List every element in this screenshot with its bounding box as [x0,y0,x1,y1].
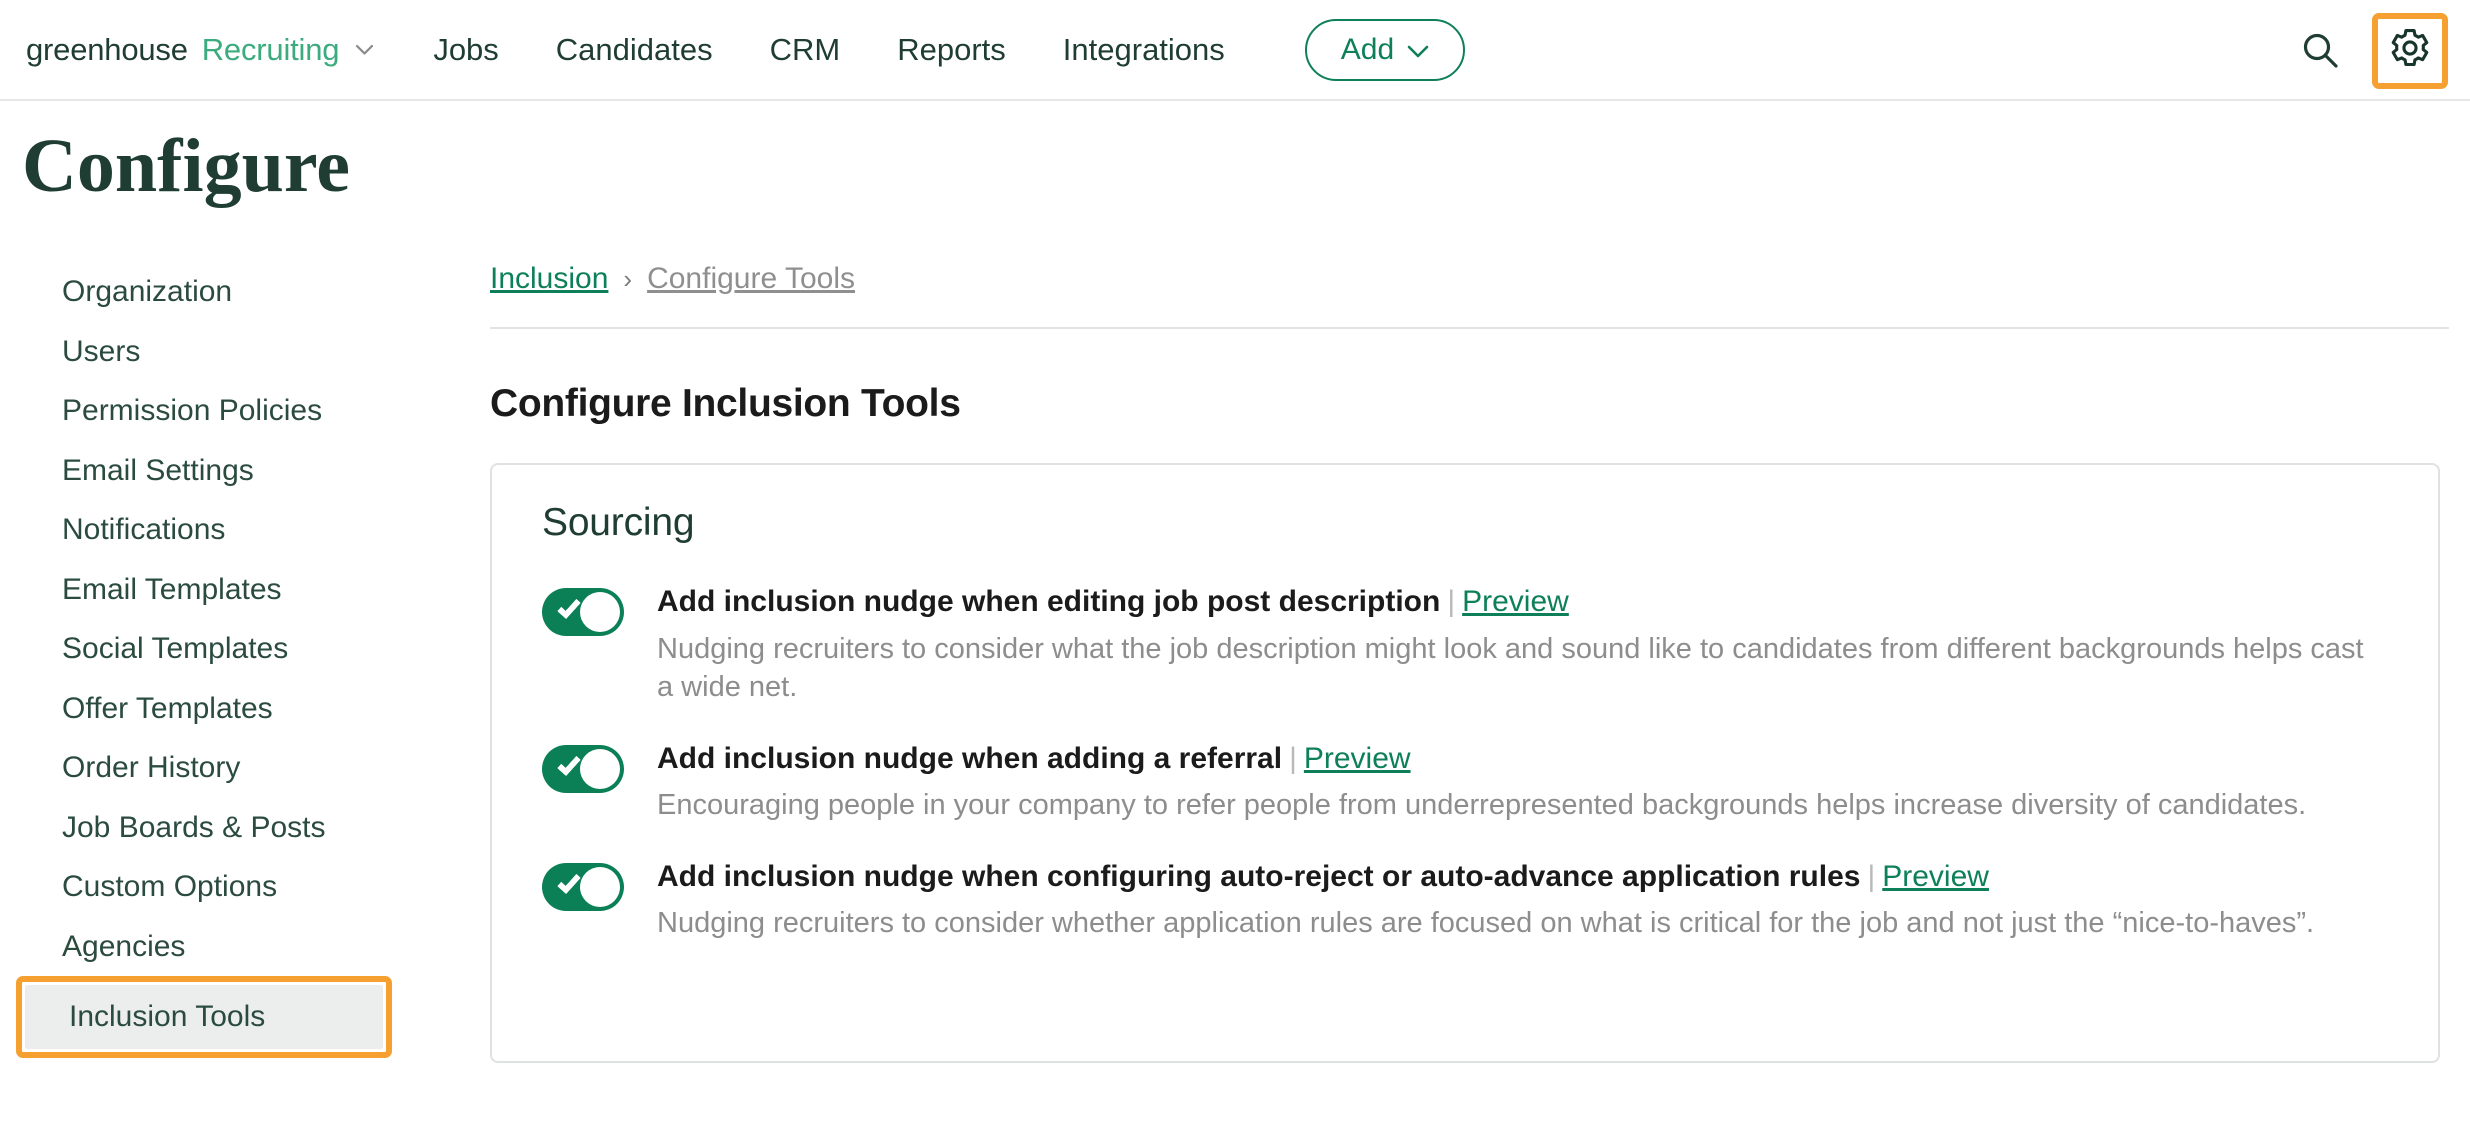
sourcing-card: Sourcing Add inclusion nudge when editin… [490,463,2440,1063]
toggle-knob [580,748,620,789]
preview-link[interactable]: Preview [1304,742,1411,775]
separator-pipe: | [1447,585,1456,618]
toggle-row-title: Add inclusion nudge when adding a referr… [657,741,1283,775]
card-title-sourcing: Sourcing [542,501,695,544]
separator-pipe: | [1867,859,1876,893]
toggle-row-title: Add inclusion nudge when configuring aut… [657,859,1861,893]
settings-button[interactable] [2372,12,2448,89]
sidebar-item-email-settings[interactable]: Email Settings [0,441,490,501]
toggle-row-title-line: Add inclusion nudge when adding a referr… [657,740,2386,778]
brand-secondary-label: Recruiting [201,31,340,67]
sidebar-item-social-templates[interactable]: Social Templates [0,619,490,679]
toggle-row-description: Encouraging people in your company to re… [657,789,2307,822]
toggle-application-rules[interactable] [542,862,624,911]
nav-right-actions [2298,0,2456,101]
sidebar-active-highlight: Inclusion Tools [16,976,392,1058]
sidebar-item-job-boards-and-posts[interactable]: Job Boards & Posts [0,798,490,858]
toggle-row: Add inclusion nudge when editing job pos… [492,583,2438,707]
breadcrumb-divider [490,327,2449,329]
preview-link[interactable]: Preview [1882,860,1989,893]
toggle-row-text: Add inclusion nudge when editing job pos… [657,583,2386,707]
toggle-row-title-line: Add inclusion nudge when editing job pos… [657,583,2386,621]
sidebar-item-agencies[interactable]: Agencies [0,917,490,977]
nav-item-integrations[interactable]: Integrations [1063,32,1225,68]
brand-logo[interactable]: greenhouse Recruiting [26,32,375,68]
breadcrumb-link-inclusion[interactable]: Inclusion [490,262,608,296]
sidebar-item-custom-options[interactable]: Custom Options [0,857,490,917]
toggle-knob [580,866,620,907]
sidebar-item-email-templates[interactable]: Email Templates [0,560,490,620]
main-nav-links: Jobs Candidates CRM Reports Integrations [433,32,1224,68]
add-button-label: Add [1340,32,1395,66]
sidebar-item-organization[interactable]: Organization [0,262,490,322]
inclusion-tool-rows: Add inclusion nudge when editing job pos… [492,545,2438,943]
toggle-job-post-description[interactable] [542,588,624,636]
toggle-row-description: Nudging recruiters to consider whether a… [657,907,2315,940]
gear-icon [2388,26,2432,75]
toggle-row-text: Add inclusion nudge when configuring aut… [657,858,2386,943]
nav-item-jobs[interactable]: Jobs [433,32,498,68]
toggle-row-title: Add inclusion nudge when editing job pos… [657,585,1441,618]
sidebar-item-offer-templates[interactable]: Offer Templates [0,679,490,739]
chevron-down-icon [1407,33,1429,67]
search-icon[interactable] [2298,28,2344,74]
main-content: Inclusion › Configure Tools Configure In… [490,262,2470,1063]
page-body: Organization Users Permission Policies E… [0,204,2470,1063]
sidebar-item-notifications[interactable]: Notifications [0,500,490,560]
sidebar-item-users[interactable]: Users [0,322,490,382]
toggle-adding-a-referral[interactable] [542,744,624,793]
toggle-row: Add inclusion nudge when configuring aut… [492,858,2438,943]
breadcrumb-current-configure-tools: Configure Tools [647,262,855,295]
add-button[interactable]: Add [1304,18,1466,81]
toggle-knob [580,592,620,632]
toggle-row-description: Nudging recruiters to consider what the … [657,632,2364,704]
sidebar-item-inclusion-tools[interactable]: Inclusion Tools [0,976,490,1058]
nav-item-candidates[interactable]: Candidates [556,32,713,68]
section-heading: Configure Inclusion Tools [490,382,961,425]
check-icon [557,594,581,620]
sidebar-item-inclusion-tools-label: Inclusion Tools [25,985,383,1049]
separator-pipe: | [1289,741,1297,775]
chevron-down-icon[interactable] [354,39,375,60]
breadcrumb-separator-icon: › [623,264,633,294]
brand-primary-label: greenhouse [26,31,188,67]
toggle-row-title-line: Add inclusion nudge when configuring aut… [657,858,2386,896]
sidebar-item-permission-policies[interactable]: Permission Policies [0,381,490,441]
breadcrumb: Inclusion › Configure Tools [490,262,2454,296]
toggle-row: Add inclusion nudge when adding a referr… [492,740,2438,825]
configure-sidebar: Organization Users Permission Policies E… [0,262,490,1063]
nav-item-reports[interactable]: Reports [897,32,1006,68]
page-title: Configure [22,124,350,208]
top-navigation-bar: greenhouse Recruiting Jobs Candidates CRM… [0,0,2470,101]
toggle-row-text: Add inclusion nudge when adding a referr… [657,740,2386,825]
sidebar-item-order-history[interactable]: Order History [0,738,490,798]
nav-item-crm[interactable]: CRM [770,32,841,68]
check-icon [557,869,581,894]
check-icon [557,751,581,776]
preview-link[interactable]: Preview [1462,585,1569,618]
